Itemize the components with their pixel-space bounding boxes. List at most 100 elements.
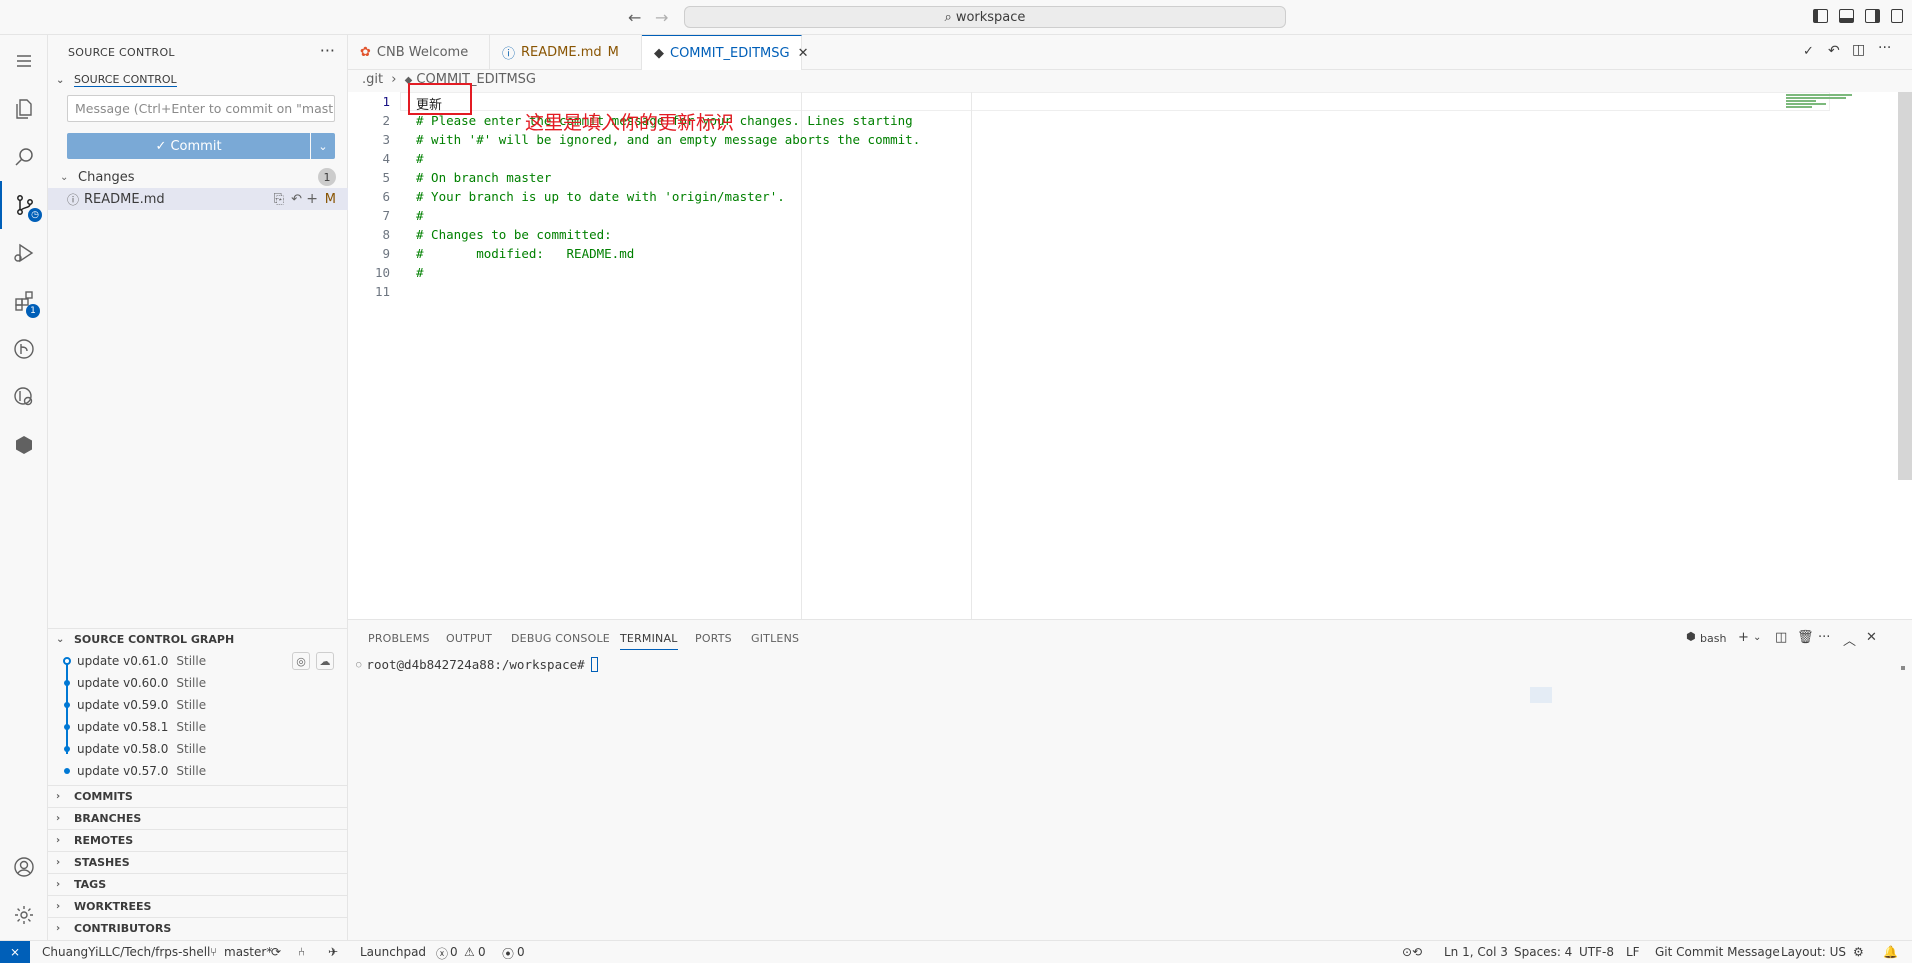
tab-commit-editmsg[interactable]: ◆ COMMIT_EDITMSG ✕: [642, 35, 808, 70]
code-line-4[interactable]: #: [416, 151, 424, 166]
graph-commit-row[interactable]: update v0.57.0 Stille: [48, 760, 348, 782]
forward-arrow-icon[interactable]: →: [655, 8, 668, 27]
split-terminal-icon[interactable]: ◫: [1775, 630, 1787, 645]
editor-scrollbar[interactable]: [1898, 92, 1912, 480]
more-actions-icon[interactable]: ···: [1878, 40, 1891, 56]
terminal-shell-name[interactable]: bash: [1700, 632, 1726, 645]
graph-commit-row[interactable]: update v0.58.0 Stille: [48, 738, 348, 760]
chevron-down-icon: ⌄: [56, 634, 65, 645]
back-arrow-icon[interactable]: ←: [628, 8, 641, 27]
code-line-5[interactable]: # On branch master: [416, 170, 551, 185]
code-editor[interactable]: 1 2 3 4 5 6 7 8 9 10 11 更新 # Please ente…: [348, 92, 1912, 619]
kill-terminal-icon[interactable]: 🗑: [1797, 630, 1814, 645]
code-line-8[interactable]: # Changes to be committed:: [416, 227, 612, 242]
discard-changes-icon[interactable]: ↶: [291, 192, 302, 207]
ports-count[interactable]: 0: [517, 945, 525, 959]
more-actions-icon[interactable]: ···: [1818, 630, 1830, 645]
end-of-line[interactable]: LF: [1626, 945, 1640, 959]
customize-layout-icon[interactable]: [1891, 9, 1903, 23]
changed-file-row[interactable]: ⓘ README.md ⎘ ↶ + M: [48, 188, 348, 210]
remotes-section[interactable]: › REMOTES: [48, 829, 348, 851]
target-icon[interactable]: ◎: [292, 652, 310, 670]
gitlens-inspect-icon[interactable]: [0, 373, 48, 421]
source-control-graph-section[interactable]: ⌄ SOURCE CONTROL GRAPH: [48, 628, 348, 650]
terminal-line[interactable]: ○ root@d4b842724a88:/workspace#: [356, 657, 598, 672]
repo-path[interactable]: ChuangYiLLC/Tech/frps-shell: [42, 945, 210, 959]
stage-changes-icon[interactable]: +: [306, 191, 318, 207]
chevron-right-icon: ›: [56, 835, 61, 846]
tab-cnb-welcome[interactable]: ✿ CNB Welcome: [348, 35, 490, 70]
settings-gear-icon[interactable]: [0, 891, 48, 939]
cnb-icon[interactable]: [0, 421, 48, 469]
tab-debug-console[interactable]: DEBUG CONSOLE: [511, 632, 610, 645]
changes-group[interactable]: ⌄ Changes 1: [48, 166, 348, 188]
code-line-9[interactable]: # modified: README.md: [416, 246, 634, 261]
code-line-6[interactable]: # Your branch is up to date with 'origin…: [416, 189, 785, 204]
tab-problems[interactable]: PROBLEMS: [368, 632, 430, 645]
stashes-section[interactable]: › STASHES: [48, 851, 348, 873]
warning-count[interactable]: 0: [478, 945, 486, 959]
branches-section[interactable]: › BRANCHES: [48, 807, 348, 829]
error-count[interactable]: 0: [450, 945, 458, 959]
tab-ports[interactable]: PORTS: [695, 632, 732, 645]
breadcrumb-folder[interactable]: .git: [362, 72, 383, 87]
commit-dropdown-button[interactable]: ⌄: [311, 133, 335, 159]
launchpad-label[interactable]: Launchpad: [360, 945, 426, 959]
graph-commit-row[interactable]: update v0.60.0 Stille: [48, 672, 348, 694]
tab-terminal[interactable]: TERMINAL: [620, 632, 678, 650]
close-panel-icon[interactable]: ✕: [1866, 630, 1877, 645]
source-control-icon[interactable]: ◷: [0, 181, 48, 229]
accounts-icon[interactable]: [0, 843, 48, 891]
graph-commit-row[interactable]: update v0.59.0 Stille: [48, 694, 348, 716]
cnb-logo-icon: ✿: [360, 45, 371, 60]
toggle-primary-sidebar-icon[interactable]: [1813, 9, 1828, 23]
close-icon[interactable]: ✕: [798, 46, 809, 61]
timeline-icon[interactable]: ⊙⟲: [1402, 945, 1422, 959]
split-editor-icon[interactable]: ◫: [1852, 42, 1865, 58]
language-mode[interactable]: Git Commit Message: [1655, 945, 1780, 959]
branch-name[interactable]: master*: [224, 945, 272, 959]
menu-icon[interactable]: [0, 37, 48, 85]
notifications-bell-icon[interactable]: 🔔: [1883, 945, 1898, 959]
tab-readme[interactable]: ⓘ README.md M: [490, 35, 642, 70]
minimap[interactable]: [1786, 92, 1856, 112]
source-control-section[interactable]: ⌄ SOURCE CONTROL: [48, 69, 348, 91]
more-actions-icon[interactable]: ···: [320, 41, 335, 60]
toggle-panel-icon[interactable]: [1839, 9, 1854, 23]
discard-icon[interactable]: ↶: [1828, 43, 1840, 59]
worktrees-section[interactable]: › WORKTREES: [48, 895, 348, 917]
code-line-10[interactable]: #: [416, 265, 424, 280]
run-debug-icon[interactable]: [0, 229, 48, 277]
commits-section[interactable]: › COMMITS: [48, 785, 348, 807]
commit-button[interactable]: ✓ Commit: [67, 133, 310, 159]
gitlens-icon[interactable]: [0, 325, 48, 373]
remote-indicator-icon[interactable]: ⨯: [0, 941, 30, 963]
commit-message-input[interactable]: Message (Ctrl+Enter to commit on "mast..…: [67, 95, 335, 122]
code-line-7[interactable]: #: [416, 208, 424, 223]
contributors-section[interactable]: › CONTRIBUTORS: [48, 917, 348, 939]
new-terminal-icon[interactable]: +: [1738, 630, 1749, 645]
explorer-icon[interactable]: [0, 85, 48, 133]
toggle-secondary-sidebar-icon[interactable]: [1865, 9, 1880, 23]
copilot-icon[interactable]: ⚙: [1853, 945, 1864, 959]
maximize-panel-icon[interactable]: ︿: [1843, 630, 1856, 649]
accept-commit-icon[interactable]: ✓: [1803, 44, 1814, 59]
extensions-icon[interactable]: 1: [0, 277, 48, 325]
tab-gitlens[interactable]: GITLENS: [751, 632, 799, 645]
cloud-icon[interactable]: ☁: [316, 652, 334, 670]
graph-commit-row[interactable]: update v0.58.1 Stille: [48, 716, 348, 738]
search-icon[interactable]: [0, 133, 48, 181]
keyboard-layout[interactable]: Layout: US: [1781, 945, 1846, 959]
tags-section[interactable]: › TAGS: [48, 873, 348, 895]
indentation[interactable]: Spaces: 4: [1514, 945, 1572, 959]
cursor-position[interactable]: Ln 1, Col 3: [1444, 945, 1508, 959]
tab-output[interactable]: OUTPUT: [446, 632, 492, 645]
chevron-down-icon[interactable]: ⌄: [1753, 632, 1761, 643]
command-center-search[interactable]: ⌕ workspace: [684, 6, 1286, 28]
open-file-icon[interactable]: ⎘: [274, 192, 284, 207]
encoding[interactable]: UTF-8: [1579, 945, 1614, 959]
graph-commit-row[interactable]: update v0.61.0 Stille ◎ ☁: [48, 650, 348, 672]
annotation-highlight-box: [408, 83, 472, 115]
sync-icon[interactable]: ⟳: [271, 945, 281, 959]
git-graph-icon[interactable]: ⑃: [298, 945, 305, 959]
